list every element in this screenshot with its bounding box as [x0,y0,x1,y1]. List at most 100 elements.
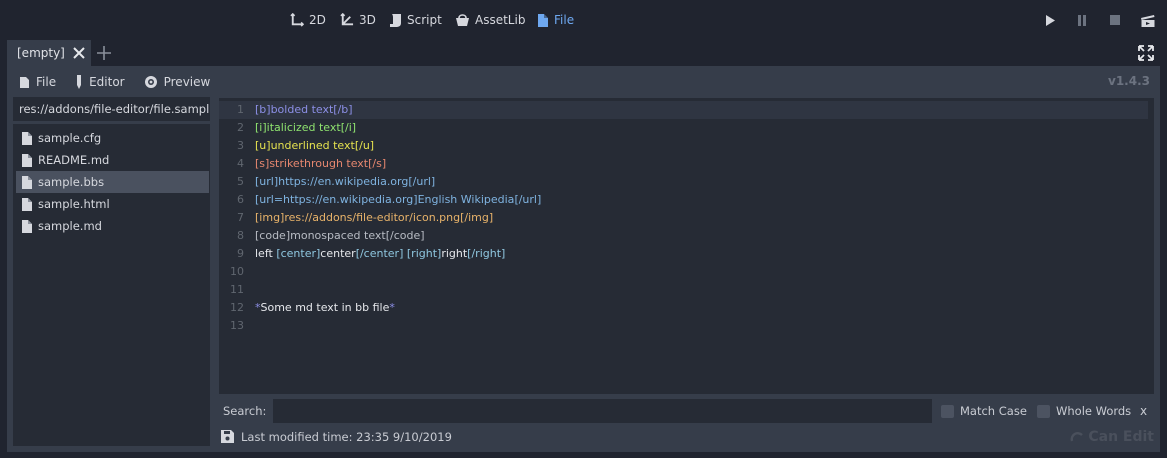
code-token: [/img] [460,211,494,224]
2d-icon [290,12,304,27]
code-token: right [441,247,468,260]
close-search-button[interactable]: x [1140,404,1147,418]
assetlib-icon [456,14,469,26]
line-number: 8 [237,229,244,242]
play-button[interactable] [1042,12,1058,28]
loading-icon [1070,432,1084,442]
code-token: strikethrough text [269,157,369,170]
search-bar: Search: Match Case Whole Words x [219,398,1154,424]
save-icon [221,430,234,443]
code-token: [code] [255,229,291,242]
code-token: [url] [255,175,279,188]
code-line[interactable]: 13 [219,317,1154,335]
main-screen-script-button[interactable]: Script [389,10,442,30]
whole-words-label: Whole Words [1056,404,1132,418]
code-line[interactable]: 4 [s]strikethrough text[/s] [219,155,1154,173]
code-line[interactable]: 2 [i]italicized text[/i] [219,119,1154,137]
code-token: left [255,247,277,260]
close-icon[interactable] [73,47,85,59]
code-line[interactable]: 11 [219,281,1154,299]
distraction-free-button[interactable] [1138,45,1154,61]
code-line[interactable]: 10 [219,263,1154,281]
line-number: 10 [230,265,244,278]
stop-button[interactable] [1107,12,1123,28]
can-edit-label: Can Edit [1088,429,1154,445]
code-token: [/url] [408,175,436,188]
line-number: 2 [237,121,244,134]
code-token: [/right] [467,247,506,260]
file-list-item[interactable]: sample.html [16,193,209,215]
search-input[interactable] [273,399,932,423]
add-tab-button[interactable] [91,40,117,66]
line-number: 9 [237,247,244,260]
file-menu-button[interactable]: File [19,74,56,90]
editor-menu-button[interactable]: Editor [75,74,125,90]
line-number: 4 [237,157,244,170]
line-number: 1 [237,103,244,116]
main-screen-file-button[interactable]: File [537,10,574,30]
main-screen-script-label: Script [407,13,442,27]
line-number: 3 [237,139,244,152]
main-screen-assetlib-label: AssetLib [475,13,526,27]
checkbox-box [941,404,954,418]
file-list-item[interactable]: sample.bbs [16,171,209,193]
code-line[interactable]: 3 [u]underlined text[/u] [219,137,1154,155]
line-text: [s]strikethrough text[/s] [255,155,386,173]
pause-button[interactable] [1074,12,1090,28]
file-icon [22,153,32,167]
play-icon [1046,14,1055,26]
code-token: https://en.wikipedia.org [278,175,409,188]
line-text: [img]res://addons/file-editor/icon.png[/… [255,209,493,227]
code-token: center [320,247,356,260]
file-menu-label: File [36,75,57,89]
code-token: Some md text in bb file [260,301,390,314]
code-token: bolded text [270,103,334,116]
main-screen-2d-button[interactable]: 2D [289,10,326,30]
code-token: underlined text [270,139,355,152]
line-text: [url=https://en.wikipedia.org]English Wi… [255,191,541,209]
file-icon [22,131,32,145]
tab-empty[interactable]: [empty] [7,40,91,66]
code-line[interactable]: 6 [url=https://en.wikipedia.org]English W… [219,191,1154,209]
line-text: [u]underlined text[/u] [255,137,374,155]
file-list-item[interactable]: README.md [16,149,209,171]
line-number: 13 [230,319,244,332]
main-screen-3d-button[interactable]: 3D [339,10,376,30]
path-field[interactable]: res://addons/file-editor/file.sampl [13,97,210,121]
code-line[interactable]: 12 *Some md text in bb file* [219,299,1154,317]
file-icon [20,76,29,88]
match-case-label: Match Case [960,404,1027,418]
preview-menu-button[interactable]: Preview [144,74,210,90]
checkbox-box [1037,404,1050,418]
file-list-item[interactable]: sample.md [16,215,209,237]
match-case-checkbox[interactable]: Match Case [941,404,1027,418]
code-line[interactable]: 1 [b]bolded text[/b] [219,101,1148,119]
line-text: left [center]center[/center] [right]righ… [255,245,505,263]
line-text: [code]monospaced text[/code] [255,227,425,245]
whole-words-checkbox[interactable]: Whole Words [1037,404,1131,418]
file-list-item[interactable]: sample.cfg [16,127,209,149]
line-number: 6 [237,193,244,206]
code-token: [url=https://en.wikipedia.org] [255,193,418,206]
search-label: Search: [223,404,267,418]
file-list: sample.cfg README.md sample.bbs sample.html… [13,124,210,446]
code-line[interactable]: 8 [code]monospaced text[/code] [219,227,1154,245]
code-line[interactable]: 5 [url]https://en.wikipedia.org[/url] [219,173,1154,191]
play-scene-button[interactable] [1140,12,1156,28]
code-token: [/b] [333,103,353,116]
can-edit-toggle[interactable]: Can Edit [1070,429,1154,445]
main-screen-file-label: File [554,13,575,27]
code-token: [right] [406,247,442,260]
plus-icon [96,46,111,60]
main-screen-assetlib-button[interactable]: AssetLib [455,10,525,30]
pause-icon [1078,14,1086,26]
code-token: [s] [255,157,270,170]
code-line[interactable]: 7 [img]res://addons/file-editor/icon.png[… [219,209,1154,227]
line-number: 11 [230,283,244,296]
3d-icon [340,12,354,25]
code-line[interactable]: 9 left [center]center[/center] [right]rig… [219,245,1154,263]
line-number: 5 [237,175,244,188]
file-list-item-label: sample.cfg [38,131,102,145]
line-number: 7 [237,211,244,224]
code-editor[interactable]: 1 [b]bolded text[/b] 2 [i]italicized text[/… [219,98,1154,394]
